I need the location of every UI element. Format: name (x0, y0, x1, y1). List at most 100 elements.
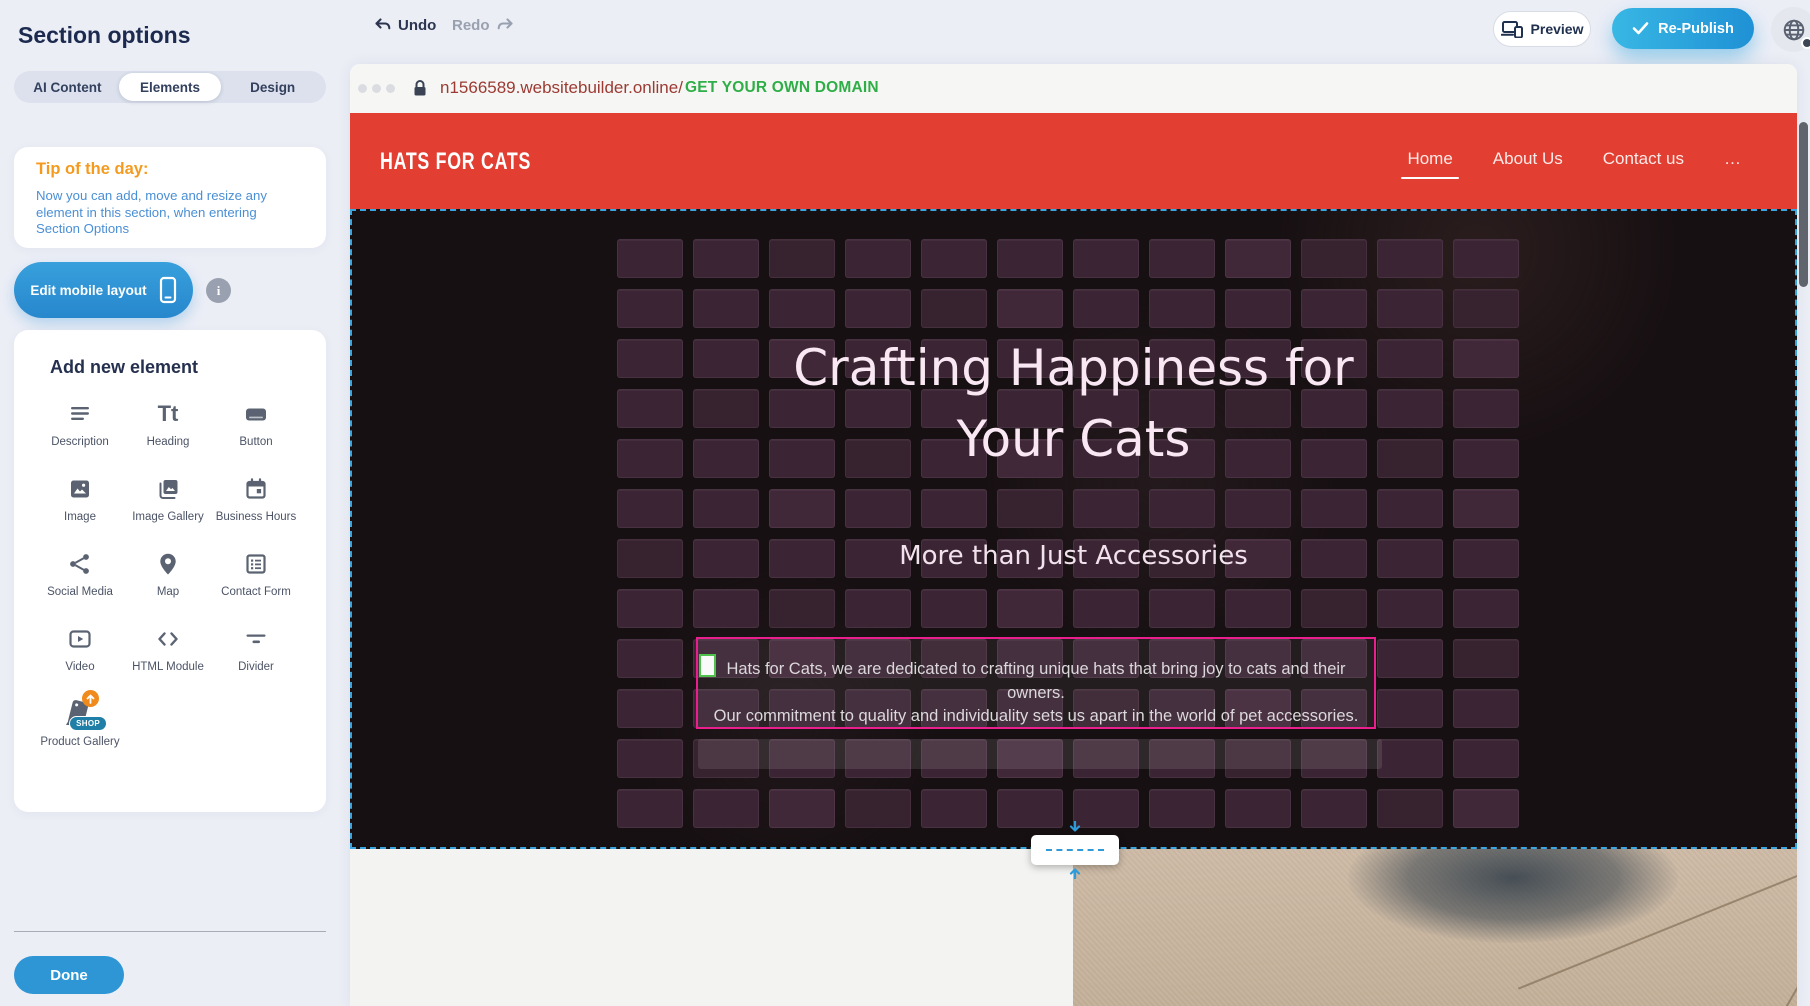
hero-background-tile (921, 589, 987, 628)
hero-background-tile (1377, 489, 1443, 528)
add-element-contact-form[interactable]: Contact Form (212, 548, 300, 599)
shop-badge: SHOP (69, 716, 107, 731)
hero-background-tile (1149, 489, 1215, 528)
hero-background-tile (845, 239, 911, 278)
language-globe-button[interactable] (1771, 7, 1810, 52)
hero-background-tile (1301, 289, 1367, 328)
hero-background-tile (997, 489, 1063, 528)
hero-section-selected[interactable]: Crafting Happiness for Your Cats More th… (350, 209, 1797, 849)
hero-background-tile (769, 789, 835, 828)
redo-button[interactable]: Redo (452, 17, 514, 34)
hero-background-tile (921, 489, 987, 528)
next-section-blank-half (350, 849, 1073, 1006)
hero-background-tile (1073, 489, 1139, 528)
hero-background-tile (617, 639, 683, 678)
undo-button[interactable]: Undo (374, 17, 436, 34)
hero-background-tile (1225, 789, 1291, 828)
add-element-label: Image Gallery (132, 511, 204, 524)
nav-contact-us[interactable]: Contact us (1603, 149, 1684, 169)
tab-elements[interactable]: Elements (119, 73, 222, 101)
hero-background-tile (693, 289, 759, 328)
hero-background-tile (997, 239, 1063, 278)
nav-more-ellipsis[interactable]: … (1724, 149, 1741, 169)
add-element-label: Image (64, 511, 96, 524)
hero-background-tile (1073, 789, 1139, 828)
hero-background-tile (1453, 689, 1519, 728)
add-element-map[interactable]: Map (124, 548, 212, 599)
add-element-html-module[interactable]: HTML Module (124, 623, 212, 674)
add-element-label: Map (157, 586, 179, 599)
hero-background-tile (1377, 289, 1443, 328)
lock-icon (413, 79, 427, 97)
republish-button[interactable]: Re-Publish (1612, 8, 1754, 49)
hero-background-tile (921, 289, 987, 328)
browser-chrome-bar: n1566589.websitebuilder.online/ GET YOUR… (350, 64, 1797, 113)
done-button[interactable]: Done (14, 956, 124, 994)
hero-background-tile (1377, 239, 1443, 278)
edit-mobile-layout-button[interactable]: Edit mobile layout (14, 262, 193, 318)
hero-background-tile (1301, 239, 1367, 278)
add-element-image[interactable]: Image (36, 473, 124, 524)
add-element-label: Button (239, 436, 272, 449)
add-element-label: Contact Form (221, 586, 291, 599)
site-logo[interactable]: HATS FOR CATS (380, 148, 531, 176)
add-element-description[interactable]: Description (36, 398, 124, 449)
arrow-down-icon (1069, 821, 1081, 834)
devices-icon (1501, 20, 1523, 38)
add-element-title: Add new element (50, 357, 326, 378)
preview-button[interactable]: Preview (1493, 11, 1591, 47)
hero-background-tile (1225, 589, 1291, 628)
divider-icon (243, 623, 269, 655)
page-title: Section options (18, 22, 191, 49)
url-text[interactable]: n1566589.websitebuilder.online/ (440, 78, 683, 98)
add-element-divider[interactable]: Divider (212, 623, 300, 674)
hero-subheading[interactable]: More than Just Accessories (352, 541, 1795, 571)
add-element-heading[interactable]: TtHeading (124, 398, 212, 449)
add-element-grid: DescriptionTtHeading Button Image Image Gal… (14, 398, 326, 749)
hero-background-tile (617, 589, 683, 628)
add-element-label: Divider (238, 661, 274, 674)
hero-background-tile (1453, 589, 1519, 628)
hero-background-tile (845, 589, 911, 628)
undo-icon (374, 18, 391, 33)
hero-background-tile (1301, 789, 1367, 828)
hero-background-tile (1073, 239, 1139, 278)
hero-text-element-selected[interactable]: Hats for Cats, we are dedicated to craft… (696, 637, 1376, 729)
scrollbar-thumb[interactable] (1799, 122, 1808, 287)
preview-label: Preview (1531, 21, 1584, 37)
element-resize-handle[interactable] (699, 654, 716, 677)
hero-background-tile (769, 239, 835, 278)
nav-home[interactable]: Home (1407, 149, 1452, 169)
hero-body-text[interactable]: Hats for Cats, we are dedicated to craft… (698, 639, 1374, 729)
hero-background-tile (1225, 239, 1291, 278)
hero-heading[interactable]: Crafting Happiness for Your Cats (352, 333, 1795, 475)
nav-about-us[interactable]: About Us (1493, 149, 1563, 169)
info-icon[interactable]: i (206, 278, 231, 303)
tab-design[interactable]: Design (221, 73, 324, 101)
add-element-video[interactable]: Video (36, 623, 124, 674)
section-height-resize-handle[interactable] (1031, 835, 1119, 865)
add-element-product-gallery[interactable]: SHOP Product Gallery (36, 698, 124, 749)
get-domain-link[interactable]: GET YOUR OWN DOMAIN (685, 79, 879, 97)
hero-background-tile (997, 589, 1063, 628)
window-dot-icon (358, 84, 367, 93)
check-icon (1632, 21, 1649, 36)
sidebar-divider (14, 931, 326, 932)
hero-background-tile (1377, 739, 1443, 778)
tab-ai-content[interactable]: AI Content (16, 73, 119, 101)
add-element-label: HTML Module (132, 661, 204, 674)
contact-form-icon (243, 548, 269, 580)
html-module-icon (154, 623, 182, 655)
add-element-image-gallery[interactable]: Image Gallery (124, 473, 212, 524)
mobile-phone-icon (159, 276, 177, 304)
tip-of-the-day-card: Tip of the day: Now you can add, move an… (14, 147, 326, 248)
add-element-business-hours[interactable]: Business Hours (212, 473, 300, 524)
hero-background-tile (1453, 239, 1519, 278)
map-icon (156, 548, 180, 580)
add-element-button[interactable]: Button (212, 398, 300, 449)
hero-background-tile (1377, 689, 1443, 728)
hero-background-tile (617, 489, 683, 528)
add-element-social-media[interactable]: Social Media (36, 548, 124, 599)
hero-background-tile (1073, 589, 1139, 628)
image-icon (67, 473, 93, 505)
